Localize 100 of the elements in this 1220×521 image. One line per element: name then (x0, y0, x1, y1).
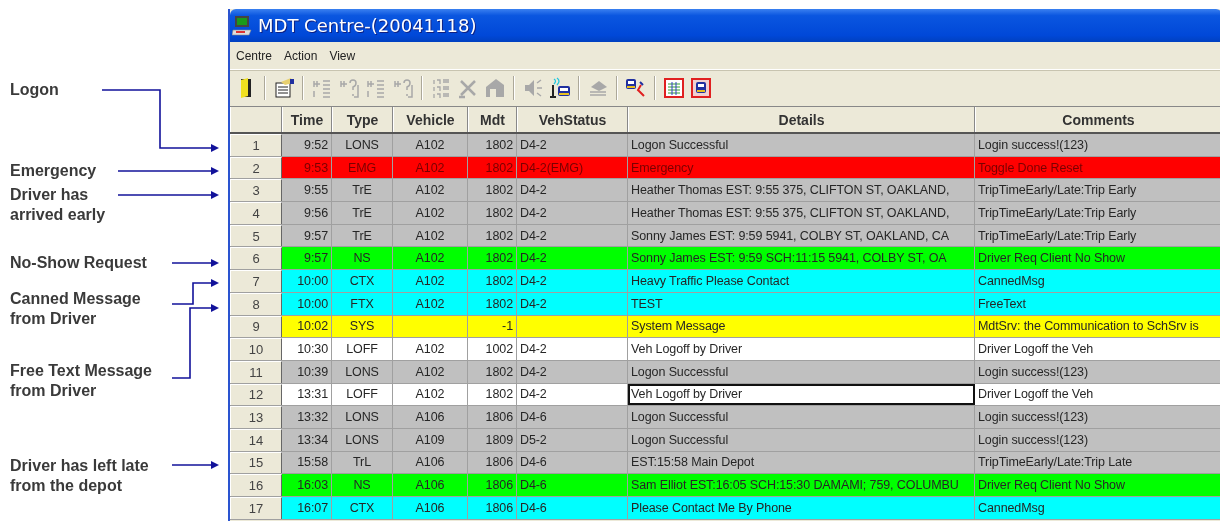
table-row[interactable]: 11 10:39 LONS A102 1802 D4-2 Logon Successful Login success!(123) (230, 360, 1220, 384)
table-cell: 1802 (468, 383, 517, 406)
table-cell: 13:31 (282, 383, 332, 406)
table-cell: 13:32 (282, 406, 332, 428)
table-row[interactable]: 12 13:31 LOFF A102 1802 D4-2 Veh Logoff by Driver Driver Logoff the Veh (230, 383, 1220, 407)
row-number[interactable]: 17 (230, 497, 282, 519)
table-cell: D4-2 (517, 338, 628, 360)
table-cell: TrE (332, 224, 393, 247)
menu-item[interactable]: View (325, 46, 360, 65)
table-cell: Login success!(123) (975, 134, 1220, 156)
column-header[interactable]: Mdt (468, 107, 517, 132)
bus-icon[interactable] (625, 77, 647, 99)
table-cell: A109 (393, 428, 468, 451)
table-cell: D5-2 (517, 428, 628, 451)
menu-item[interactable]: Centre (232, 46, 277, 65)
table-row[interactable]: 10 10:30 LOFF A102 1002 D4-2 Veh Logoff by Driver Driver Logoff the Veh (230, 338, 1220, 361)
row-number[interactable]: 7 (230, 270, 282, 292)
table-cell: TrE (332, 202, 393, 224)
column-header[interactable]: Time (282, 107, 332, 132)
table-cell: 1806 (468, 406, 517, 428)
table-cell: D4-6 (517, 406, 628, 428)
table-cell: Veh Logoff by Driver (628, 383, 975, 406)
table-cell: D4-6 (517, 497, 628, 519)
table-cell: LOFF (332, 338, 393, 360)
computer-icon (232, 14, 254, 37)
bus-icon[interactable] (549, 77, 571, 99)
row-number[interactable]: 5 (230, 224, 282, 247)
row-number[interactable]: 16 (230, 474, 282, 496)
row-number[interactable]: 14 (230, 428, 282, 451)
grid-icon[interactable] (663, 77, 685, 99)
table-cell: TripTimeEarly/Late:Trip Late (975, 451, 1220, 474)
table-row[interactable]: 5 9:57 TrE A102 1802 D4-2 Sonny James EST: 9:59 5941, COLBY ST, OAKLAND, CA TripTimeEarly/Late:Trip Early (230, 224, 1220, 248)
table-cell: LONS (332, 360, 393, 383)
table-cell: 1802 (468, 360, 517, 383)
table-row[interactable]: 8 10:00 FTX A102 1802 D4-2 TEST FreeText (230, 292, 1220, 316)
row-number[interactable]: 1 (230, 134, 282, 156)
table-cell: A106 (393, 406, 468, 428)
column-header[interactable]: Details (628, 107, 975, 132)
table-row[interactable]: 15 15:58 TrL A106 1806 D4-6 EST:15:58 Main Depot TripTimeEarly/Late:Trip Late (230, 451, 1220, 475)
table-cell: 1802 (468, 224, 517, 247)
menu-item[interactable]: Action (280, 46, 322, 65)
row-number[interactable]: 10 (230, 338, 282, 360)
table-row[interactable]: 9 10:02 SYS -1 System Message MdtSrv: the Communication to SchSrv is (230, 315, 1220, 339)
table-cell: A102 (393, 383, 468, 406)
table-cell: 1806 (468, 497, 517, 519)
table-cell: Logon Successful (628, 428, 975, 451)
table-cell: CTX (332, 497, 393, 519)
annotation-label: Free Text Message from Driver (10, 361, 152, 401)
row-number[interactable]: 2 (230, 156, 282, 179)
column-header[interactable]: Comments (975, 107, 1220, 132)
document-icon[interactable] (273, 77, 295, 99)
row-number[interactable]: 8 (230, 292, 282, 315)
table-cell: 10:00 (282, 292, 332, 315)
bus-icon[interactable] (690, 77, 712, 99)
table-row[interactable]: 1 9:52 LONS A102 1802 D4-2 Logon Successful Login success!(123) (230, 134, 1220, 157)
annotation-label: Driver has left late from the depot (10, 456, 149, 496)
column-header[interactable]: Vehicle (393, 107, 468, 132)
table-cell: 9:56 (282, 202, 332, 224)
table-cell: LONS (332, 428, 393, 451)
table-cell: Sonny James EST: 9:59 SCH:11:15 5941, COLBY ST, OA (628, 247, 975, 270)
table-cell: EMG (332, 156, 393, 179)
row-number[interactable]: 6 (230, 247, 282, 270)
table-row[interactable]: 17 16:07 CTX A106 1806 D4-6 Please Contact Me By Phone CannedMsg (230, 497, 1220, 520)
table-cell: 9:52 (282, 134, 332, 156)
table-cell: D4-2 (517, 247, 628, 270)
table-cell: TripTimeEarly/Late:Trip Early (975, 202, 1220, 224)
table-row[interactable]: 14 13:34 LONS A109 1809 D5-2 Logon Successful Login success!(123) (230, 428, 1220, 452)
row-number[interactable]: 3 (230, 179, 282, 202)
window-title: MDT Centre-(20041118) (258, 15, 477, 36)
table-row[interactable]: 2 9:53 EMG A102 1802 D4-2(EMG) Emergency Toggle Done Reset (230, 156, 1220, 180)
table-cell: D4-2 (517, 270, 628, 292)
column-header[interactable]: VehStatus (517, 107, 628, 132)
table-cell: 1802 (468, 156, 517, 179)
table-row[interactable]: 13 13:32 LONS A106 1806 D4-6 Logon Successful Login success!(123) (230, 406, 1220, 429)
annotation-label: Emergency (10, 161, 97, 181)
table-cell: Driver Req Client No Show (975, 474, 1220, 496)
table-cell: 16:07 (282, 497, 332, 519)
row-number[interactable]: 4 (230, 202, 282, 224)
table-cell: FreeText (975, 292, 1220, 315)
table-cell: Heavy Traffic Please Contact (628, 270, 975, 292)
table-cell: SYS (332, 315, 393, 338)
table-row[interactable]: 16 16:03 NS A106 1806 D4-6 Sam Elliot EST:16:05 SCH:15:30 DAMAMI; 759, COLUMBU Driver Req Client No Show (230, 474, 1220, 497)
table-cell: A102 (393, 360, 468, 383)
row-number[interactable]: 12 (230, 383, 282, 406)
table-cell: 1802 (468, 134, 517, 156)
row-number[interactable]: 13 (230, 406, 282, 428)
row-number[interactable]: 11 (230, 360, 282, 383)
column-header[interactable]: Type (332, 107, 393, 132)
table-row[interactable]: 4 9:56 TrE A102 1802 D4-2 Heather Thomas EST: 9:55 375, CLIFTON ST, OAKLAND, TripTimeEarly/Late:Trip Early (230, 202, 1220, 225)
row-number[interactable]: 9 (230, 315, 282, 338)
table-row[interactable]: 3 9:55 TrE A102 1802 D4-2 Heather Thomas EST: 9:55 375, CLIFTON ST, OAKLAND, TripTimeEarly/Late:Trip Early (230, 179, 1220, 203)
table-row[interactable]: 7 10:00 CTX A102 1802 D4-2 Heavy Traffic Please Contact CannedMsg (230, 270, 1220, 293)
table-cell: 1802 (468, 292, 517, 315)
table-row[interactable]: 6 9:57 NS A102 1802 D4-2 Sonny James EST: 9:59 SCH:11:15 5941, COLBY ST, OA Driver Req Client No Show (230, 247, 1220, 271)
table-cell: 1802 (468, 270, 517, 292)
table-cell: D4-2 (517, 360, 628, 383)
table-cell: 10:00 (282, 270, 332, 292)
row-number[interactable]: 15 (230, 451, 282, 474)
table-cell: Heather Thomas EST: 9:55 375, CLIFTON ST, OAKLAND, (628, 179, 975, 202)
table-cell: A102 (393, 224, 468, 247)
